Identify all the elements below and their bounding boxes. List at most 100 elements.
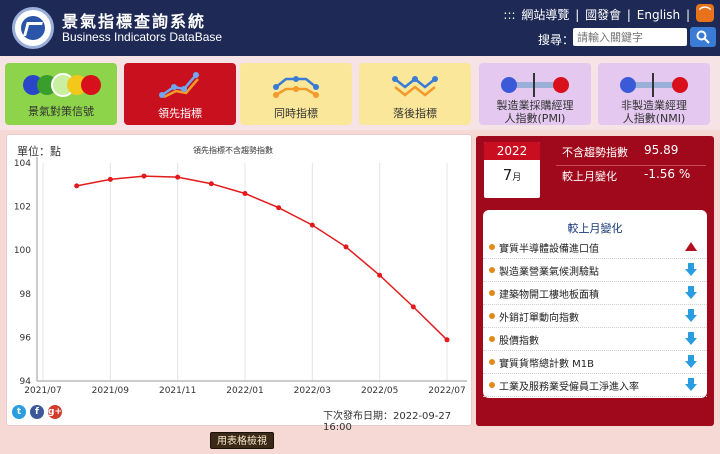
tab-leading-indicators[interactable]: 領先指標 <box>124 63 236 125</box>
twitter-icon[interactable]: t <box>12 405 26 419</box>
coincident-line-icon <box>273 76 319 98</box>
tab-label: 製造業採購經理 人指數(PMI) <box>496 99 574 125</box>
x-tick-label: 2022/05 <box>361 386 398 396</box>
table-view-button[interactable]: 用表格檢視 <box>210 432 274 449</box>
index-value: 95.89 <box>644 143 679 157</box>
chart-panel: 單位：點 領先指標不含趨勢指數 94 96 98 100 102 104 2021/07 20… <box>6 134 472 433</box>
arrow-up-icon <box>685 242 697 251</box>
component-row[interactable]: 股價指數 <box>483 328 707 351</box>
top-nav: ::: 網站導覽 | 國發會 | English | <box>503 8 690 22</box>
indicator-tabs: 景氣對策信號 領先指標 同時指標 落後指標 製造業採購經理 人指數(PMI) 非… <box>0 56 720 130</box>
x-tick-label: 2022/03 <box>294 386 331 396</box>
search-input[interactable] <box>573 28 687 46</box>
google-plus-icon[interactable]: g+ <box>48 405 62 419</box>
index-label: 不含趨勢指數 <box>562 146 628 159</box>
arrow-down-icon <box>685 378 697 392</box>
component-label: 股價指數 <box>499 336 539 347</box>
search-label: 搜尋： <box>538 33 575 47</box>
component-label: 工業及服務業受僱員工淨進入率 <box>499 382 639 393</box>
search-button[interactable] <box>690 27 716 47</box>
nav-separator: ::: <box>503 8 516 22</box>
component-label: 實質貨幣總計數 M1B <box>499 359 595 370</box>
site-title-en[interactable]: Business Indicators DataBase <box>62 30 222 44</box>
bullet-icon <box>489 313 495 319</box>
summary-panel: 2022 7月 不含趨勢指數 95.89 較上月變化 -1.56 % 較上月變化… <box>476 136 714 426</box>
component-row[interactable]: 實質貨幣總計數 M1B <box>483 351 707 374</box>
component-row[interactable]: 製造業營業氣候測驗點 <box>483 259 707 282</box>
y-tick-label: 102 <box>14 203 31 213</box>
tab-label: 景氣對策信號 <box>28 105 94 118</box>
rss-icon[interactable]: ⌒ <box>696 4 714 22</box>
calendar-badge: 2022 7月 <box>484 142 540 198</box>
signal-lights-icon <box>23 73 101 97</box>
data-point <box>276 205 282 211</box>
data-point <box>309 222 315 228</box>
y-tick-label: 96 <box>20 333 32 343</box>
tab-label: 非製造業經理 人指數(NMI) <box>621 99 687 125</box>
tab-monitoring-indicators[interactable]: 景氣對策信號 <box>5 63 117 125</box>
y-tick-label: 98 <box>20 290 32 300</box>
x-tick-label: 2021/11 <box>159 386 196 396</box>
data-point <box>141 173 147 179</box>
next-release-date: 下次發布日期：2022-09-27 16:00 <box>323 411 452 433</box>
bullet-icon <box>489 359 495 365</box>
arrow-down-icon <box>685 355 697 369</box>
series-line <box>76 175 448 341</box>
ndc-logo-icon[interactable] <box>12 7 54 49</box>
data-point <box>107 176 113 182</box>
data-point <box>377 272 383 278</box>
arrow-down-icon <box>685 263 697 277</box>
x-tick-label: 2022/07 <box>428 386 465 396</box>
leading-line-icon <box>159 72 199 99</box>
component-label: 製造業營業氣候測驗點 <box>499 267 599 278</box>
data-point <box>208 181 214 187</box>
bullet-icon <box>489 244 495 250</box>
calendar-year: 2022 <box>484 142 540 160</box>
search-icon <box>696 30 710 44</box>
component-row[interactable]: 外銷訂單動向指數 <box>483 305 707 328</box>
component-change-list: 較上月變化 實質半導體設備進口值 製造業營業氣候測驗點 建築物開工樓地板面積 外銷訂單… <box>483 210 707 398</box>
nav-item-sitemap[interactable]: 網站導覽 <box>521 8 569 22</box>
site-header: 景氣指標查詢系統 Business Indicators DataBase ::… <box>0 0 720 56</box>
data-point <box>343 244 349 250</box>
x-tick-label: 2022/01 <box>226 386 263 396</box>
nav-item-english[interactable]: English <box>637 8 680 22</box>
tab-nmi[interactable]: 非製造業經理 人指數(NMI) <box>598 63 710 125</box>
bullet-icon <box>489 290 495 296</box>
change-title: 較上月變化 <box>567 222 623 235</box>
calendar-month: 7月 <box>502 166 522 184</box>
x-tick-label: 2021/09 <box>92 386 130 396</box>
data-point <box>175 174 181 180</box>
bullet-icon <box>489 267 495 273</box>
tab-coincident-indicators[interactable]: 同時指標 <box>240 63 352 125</box>
nmi-thermometer-icon <box>620 73 688 97</box>
arrow-down-icon <box>685 286 697 300</box>
tab-lagging-indicators[interactable]: 落後指標 <box>359 63 471 125</box>
component-label: 建築物開工樓地板面積 <box>499 290 599 301</box>
data-point <box>410 304 416 310</box>
bullet-icon <box>489 382 495 388</box>
pmi-thermometer-icon <box>501 73 569 97</box>
y-tick-label: 104 <box>14 159 31 169</box>
component-label: 外銷訂單動向指數 <box>499 313 579 324</box>
tab-label: 同時指標 <box>274 107 318 120</box>
component-row[interactable]: 工業及服務業受僱員工淨進入率 <box>483 374 707 397</box>
tab-label: 落後指標 <box>393 107 437 120</box>
mom-label: 較上月變化 <box>562 170 617 183</box>
arrow-down-icon <box>685 309 697 323</box>
mom-value: -1.56 % <box>644 167 691 181</box>
component-row[interactable]: 實質半導體設備進口值 <box>483 236 707 259</box>
line-chart[interactable]: 9496981001021042021/07 2021/09 2021/11 2022… <box>7 135 471 403</box>
component-row[interactable]: 建築物開工樓地板面積 <box>483 282 707 305</box>
nav-item-ndc[interactable]: 國發會 <box>585 8 621 22</box>
tab-pmi[interactable]: 製造業採購經理 人指數(PMI) <box>479 63 591 125</box>
component-label: 實質半導體設備進口值 <box>499 244 599 255</box>
x-tick-label: 2021/07 <box>24 386 61 396</box>
site-title-zh[interactable]: 景氣指標查詢系統 <box>62 8 206 32</box>
facebook-icon[interactable]: f <box>30 405 44 419</box>
lagging-line-icon <box>392 76 438 97</box>
data-point <box>444 337 450 343</box>
data-point <box>74 183 80 189</box>
tab-label: 領先指標 <box>158 107 202 120</box>
arrow-down-icon <box>685 332 697 346</box>
